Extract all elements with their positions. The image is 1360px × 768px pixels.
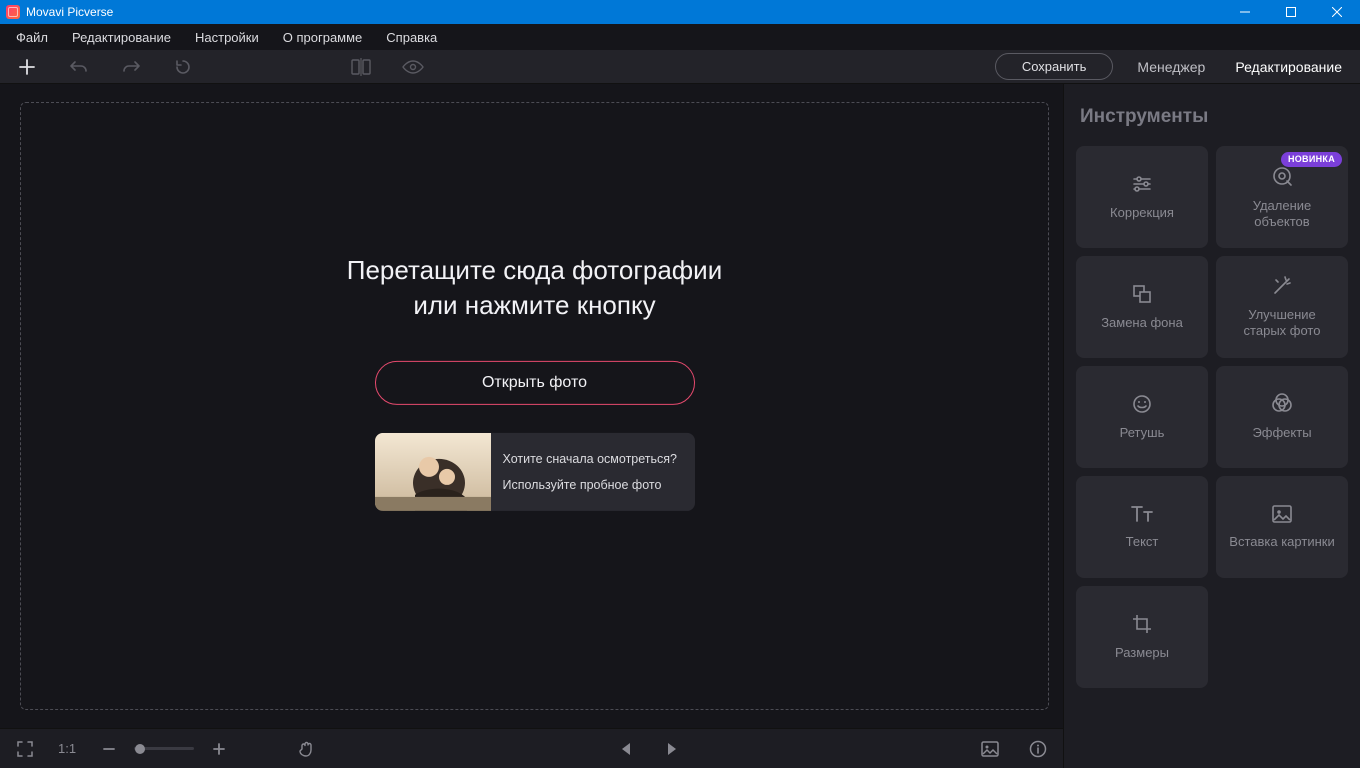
dropzone[interactable]: Перетащите сюда фотографииили нажмите кн… (20, 102, 1049, 710)
tool-retouch[interactable]: Ретушь (1076, 366, 1208, 468)
gallery-button[interactable] (975, 736, 1005, 762)
statusbar: 1:1 (0, 728, 1063, 768)
preview-button[interactable] (396, 53, 430, 81)
tool-background-replace[interactable]: Замена фона (1076, 256, 1208, 358)
tool-object-removal[interactable]: НОВИНКА Удаление объектов (1216, 146, 1348, 248)
tools-panel: Инструменты Коррекция НОВИНКА Удаление о… (1063, 84, 1360, 768)
workspace: Перетащите сюда фотографииили нажмите кн… (0, 84, 1063, 728)
window-maximize-button[interactable] (1268, 0, 1314, 24)
wand-icon (1271, 275, 1293, 297)
image-icon (1271, 504, 1293, 524)
sample-photo-card[interactable]: Хотите сначала осмотреться? Используйте … (375, 433, 695, 511)
target-remove-icon (1270, 164, 1294, 188)
tool-correction[interactable]: Коррекция (1076, 146, 1208, 248)
menu-file[interactable]: Файл (6, 27, 58, 48)
zoom-slider[interactable] (134, 747, 194, 750)
pan-button[interactable] (292, 736, 322, 762)
tool-resize[interactable]: Размеры (1076, 586, 1208, 688)
tool-text[interactable]: Текст (1076, 476, 1208, 578)
menubar: Файл Редактирование Настройки О программ… (0, 24, 1360, 50)
save-button[interactable]: Сохранить (995, 53, 1114, 80)
tool-insert-image[interactable]: Вставка картинки (1216, 476, 1348, 578)
scale-label[interactable]: 1:1 (54, 741, 80, 756)
mode-editor-tab[interactable]: Редактирование (1229, 55, 1348, 79)
tool-old-photo-enhance[interactable]: Улучшение старых фото (1216, 256, 1348, 358)
sample-thumb-icon (375, 433, 491, 511)
reset-button[interactable] (166, 53, 200, 81)
crop-icon (1131, 613, 1153, 635)
add-button[interactable] (10, 53, 44, 81)
tool-effects[interactable]: Эффекты (1216, 366, 1348, 468)
titlebar: Movavi Picverse (0, 0, 1360, 24)
menu-settings[interactable]: Настройки (185, 27, 269, 48)
prev-button[interactable] (611, 736, 641, 762)
tools-panel-title: Инструменты (1080, 106, 1344, 128)
sliders-icon (1131, 173, 1153, 195)
app-title: Movavi Picverse (26, 5, 113, 19)
zoom-out-button[interactable] (94, 736, 124, 762)
dropzone-title: Перетащите сюда фотографииили нажмите кн… (185, 253, 885, 323)
new-badge: НОВИНКА (1281, 152, 1342, 167)
menu-edit[interactable]: Редактирование (62, 27, 181, 48)
app-icon (6, 5, 20, 19)
fullscreen-button[interactable] (10, 736, 40, 762)
text-icon (1130, 504, 1154, 524)
sample-question: Хотите сначала осмотреться? (503, 452, 683, 466)
layers-icon (1131, 283, 1153, 305)
undo-button[interactable] (62, 53, 96, 81)
next-button[interactable] (657, 736, 687, 762)
open-photo-button[interactable]: Открыть фото (375, 361, 695, 405)
zoom-in-button[interactable] (204, 736, 234, 762)
sample-action: Используйте пробное фото (503, 478, 683, 492)
compare-button[interactable] (344, 53, 378, 81)
redo-button[interactable] (114, 53, 148, 81)
info-button[interactable] (1023, 736, 1053, 762)
window-close-button[interactable] (1314, 0, 1360, 24)
window-minimize-button[interactable] (1222, 0, 1268, 24)
toolbar: Сохранить Менеджер Редактирование (0, 50, 1360, 84)
mode-manager-tab[interactable]: Менеджер (1131, 55, 1211, 79)
menu-help[interactable]: Справка (376, 27, 447, 48)
venn-icon (1271, 393, 1293, 415)
smile-icon (1131, 393, 1153, 415)
menu-about[interactable]: О программе (273, 27, 373, 48)
